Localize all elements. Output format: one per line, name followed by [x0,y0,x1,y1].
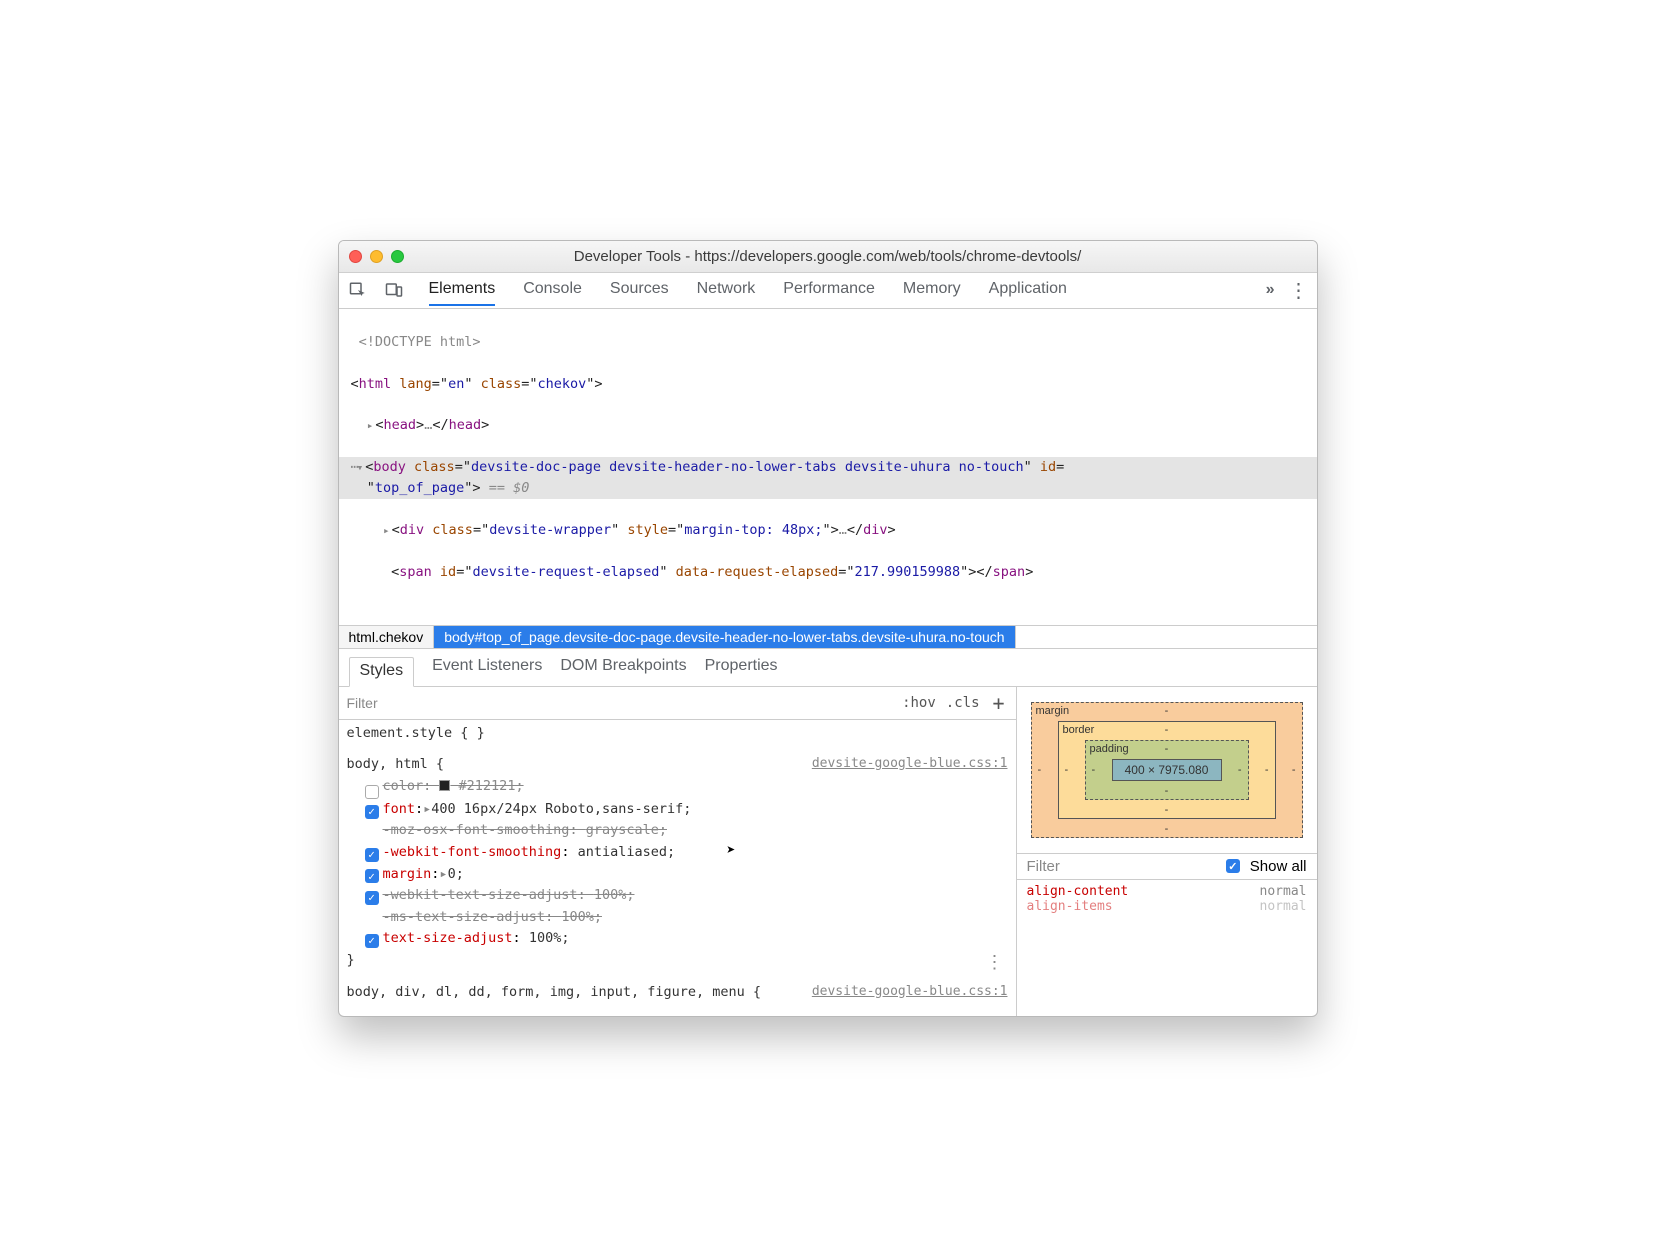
computed-prop-name: align-items [1027,899,1113,914]
subtab-dom-breakpoints[interactable]: DOM Breakpoints [560,657,686,686]
new-style-rule-button[interactable]: + [990,691,1008,715]
styles-filter-input[interactable]: Filter [347,695,378,711]
prop-checkbox[interactable] [365,805,379,819]
window-title: Developer Tools - https://developers.goo… [339,248,1317,265]
source-link[interactable]: devsite-google-blue.css:1 [812,982,1008,1003]
dom-tree[interactable]: <!DOCTYPE html> <html lang="en" class="c… [339,309,1317,625]
main-toolbar: Elements Console Sources Network Perform… [339,273,1317,309]
color-swatch[interactable] [439,780,450,791]
source-link[interactable]: devsite-google-blue.css:1 [812,754,1008,775]
mouse-cursor-icon: ➤ [727,838,736,862]
window-titlebar: Developer Tools - https://developers.goo… [339,241,1317,273]
tab-elements[interactable]: Elements [429,274,496,306]
styles-filter-row: Filter :hov .cls + [339,687,1016,720]
box-model-border-label: border [1063,724,1095,736]
computed-filter-input[interactable]: Filter [1027,858,1060,875]
breadcrumb-bar: html.chekov body#top_of_page.devsite-doc… [339,625,1317,649]
styles-split: Filter :hov .cls + element.style { } dev… [339,687,1317,1017]
tab-memory[interactable]: Memory [903,274,961,306]
style-rules: element.style { } devsite-google-blue.cs… [339,720,1016,1017]
subtab-properties[interactable]: Properties [705,657,778,686]
show-all-label: Show all [1250,858,1307,875]
prop-checkbox[interactable] [365,891,379,905]
computed-pane: margin ---- border ---- padding ---- 400… [1017,687,1317,1017]
prop-checkbox[interactable] [365,848,379,862]
device-toggle-icon[interactable] [383,279,405,301]
computed-list[interactable]: align-content normal align-items normal [1017,880,1317,918]
hov-toggle[interactable]: :hov [902,695,936,711]
devtools-window: Developer Tools - https://developers.goo… [338,240,1318,1017]
sidebar-tabs: Styles Event Listeners DOM Breakpoints P… [339,649,1317,687]
tab-network[interactable]: Network [697,274,756,306]
breadcrumb-html[interactable]: html.chekov [339,626,435,648]
prop-checkbox[interactable] [365,785,379,799]
box-model-content: 400 × 7975.080 [1112,759,1222,781]
rule-menu-icon[interactable]: ⋮ [986,949,1004,978]
computed-prop-value: normal [1260,884,1307,899]
rule-body-div[interactable]: devsite-google-blue.css:1body, div, dl, … [347,982,1008,1010]
computed-prop-name: align-content [1027,884,1129,899]
tab-sources[interactable]: Sources [610,274,669,306]
computed-filter-row: Filter Show all [1017,853,1317,880]
prop-checkbox[interactable] [365,869,379,883]
tab-performance[interactable]: Performance [783,274,875,306]
settings-menu-icon[interactable]: ⋮ [1289,278,1309,303]
box-model-padding-label: padding [1090,743,1129,755]
box-model-margin-label: margin [1036,705,1070,717]
doctype-node: <!DOCTYPE html> [359,334,481,350]
zoom-window-button[interactable] [391,250,404,263]
element-style-block[interactable]: element.style { } [347,723,1008,751]
computed-prop-value: normal [1260,899,1307,914]
show-all-checkbox[interactable] [1226,859,1240,873]
minimize-window-button[interactable] [370,250,383,263]
panel-tabs: Elements Console Sources Network Perform… [419,274,1067,306]
breadcrumb-body[interactable]: body#top_of_page.devsite-doc-page.devsit… [434,626,1015,648]
inspect-element-icon[interactable] [347,279,369,301]
prop-checkbox[interactable] [365,934,379,948]
cls-toggle[interactable]: .cls [946,695,980,711]
rule-body-html[interactable]: devsite-google-blue.css:1body, html { co… [347,754,1008,977]
tab-console[interactable]: Console [523,274,582,306]
subtab-event-listeners[interactable]: Event Listeners [432,657,542,686]
styles-pane: Filter :hov .cls + element.style { } dev… [339,687,1017,1017]
subtab-styles[interactable]: Styles [349,657,415,687]
close-window-button[interactable] [349,250,362,263]
overflow-tabs-icon[interactable]: » [1266,281,1275,299]
box-model-diagram[interactable]: margin ---- border ---- padding ---- 400… [1017,687,1317,853]
tab-application[interactable]: Application [989,274,1067,306]
window-controls [349,250,404,263]
